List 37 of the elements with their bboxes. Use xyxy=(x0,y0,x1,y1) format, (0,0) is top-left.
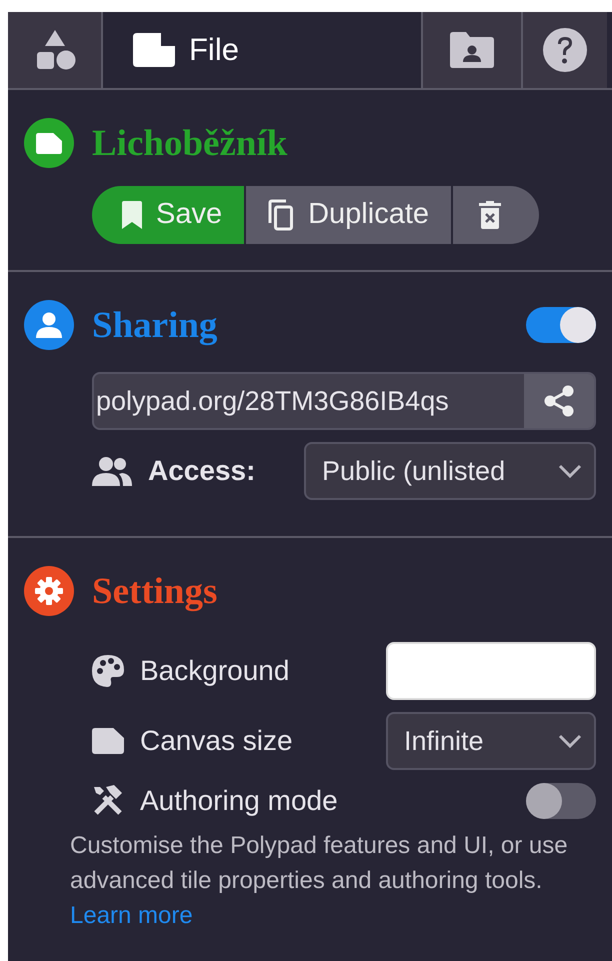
link-field[interactable]: polypad.org/28TM3G86IB4qs xyxy=(92,372,596,430)
help-tab[interactable] xyxy=(523,12,607,88)
access-label: Access: xyxy=(148,454,256,488)
tools-icon xyxy=(92,785,124,817)
chevron-down-icon xyxy=(558,464,582,478)
canvas-size-select[interactable]: Infinite xyxy=(386,712,596,770)
folder-tab[interactable] xyxy=(423,12,523,88)
palette-icon xyxy=(92,655,124,687)
chevron-down-icon xyxy=(558,734,582,748)
file-icon xyxy=(133,33,175,67)
background-label: Background xyxy=(140,654,290,688)
share-icon xyxy=(544,385,574,417)
color-swatch[interactable] xyxy=(386,642,596,700)
section-title: Sharing xyxy=(92,306,218,344)
folder-icon xyxy=(450,32,494,68)
users-icon xyxy=(92,456,132,486)
settings-icon xyxy=(35,577,63,605)
file-icon xyxy=(92,728,124,754)
copy-icon xyxy=(268,199,294,231)
shapes-tab[interactable] xyxy=(8,12,103,88)
file-icon xyxy=(36,132,62,154)
access-select[interactable]: Public (unlisted xyxy=(304,442,596,500)
section-title: Lichoběžník xyxy=(92,124,288,162)
duplicate-button[interactable]: Duplicate xyxy=(246,186,452,244)
sharing-toggle[interactable] xyxy=(526,307,596,343)
section-title: Settings xyxy=(92,572,218,610)
trash-icon xyxy=(479,201,502,229)
authoring-mode-label: Authoring mode xyxy=(140,784,338,818)
canvas-size-label: Canvas size xyxy=(140,724,293,758)
delete-button[interactable] xyxy=(453,186,540,244)
bookmark-icon xyxy=(122,201,142,229)
authoring-toggle[interactable] xyxy=(526,783,596,819)
user-icon xyxy=(36,312,62,338)
help-icon xyxy=(543,28,587,72)
learn-more-link[interactable]: Learn more xyxy=(70,902,193,929)
share-button[interactable] xyxy=(524,374,594,428)
description-text: Customise the Polypad features and UI, or use advanced tile properties and authoring tools. Learn more xyxy=(70,831,569,931)
